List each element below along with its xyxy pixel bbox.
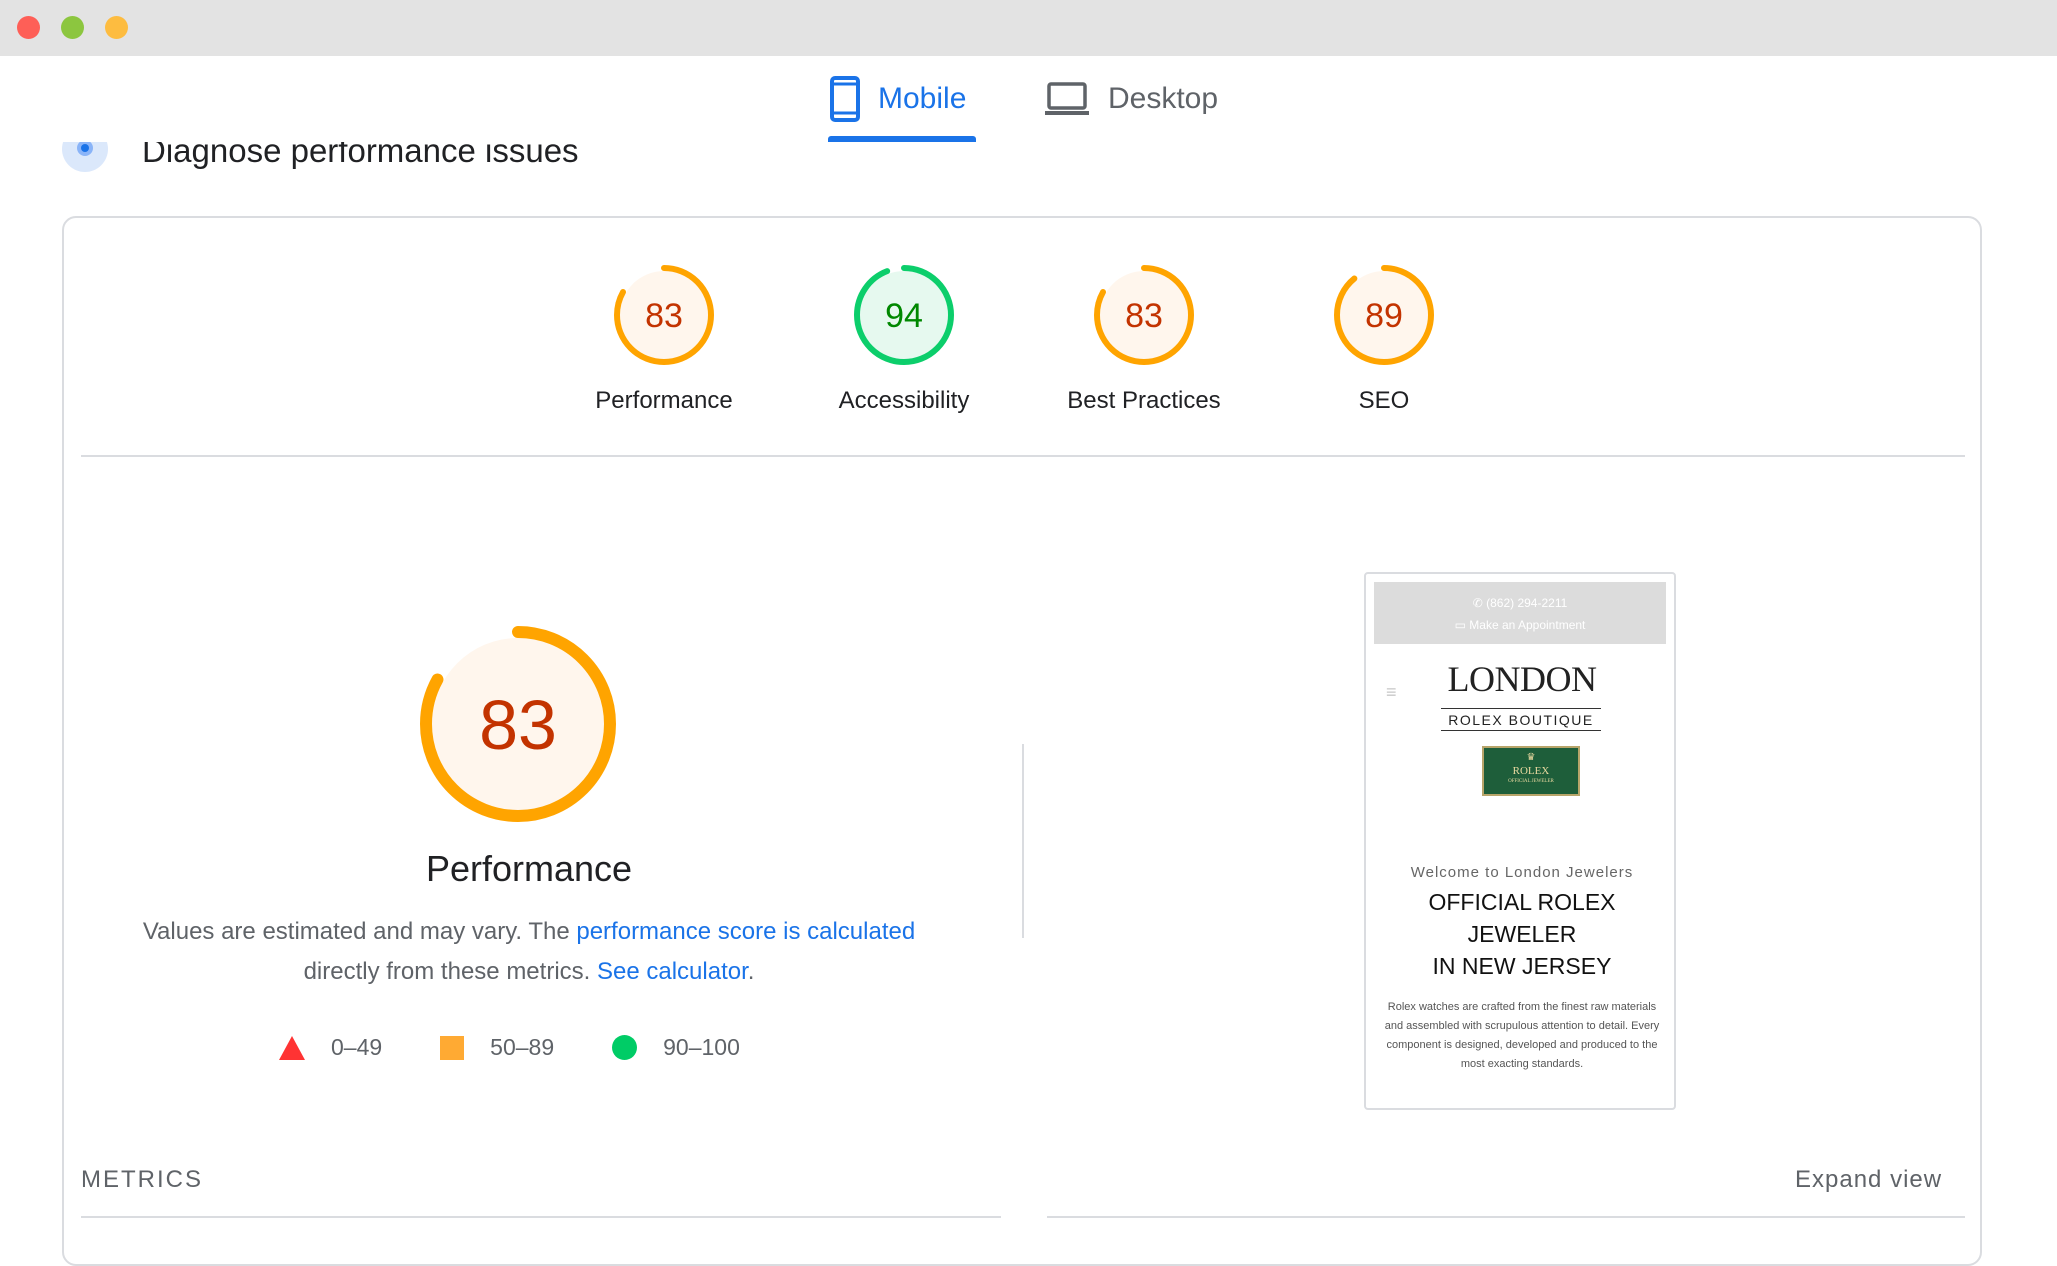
minimize-window-button[interactable] (61, 16, 84, 39)
performance-score-value: 83 (645, 297, 683, 335)
page-screenshot-preview[interactable]: ✆ (862) 294-2211 ▭ Make an Appointment ≡… (1364, 572, 1676, 1110)
divider (81, 1216, 1001, 1218)
preview-welcome: Welcome to London Jewelers (1410, 864, 1634, 881)
tab-desktop[interactable]: Desktop (1044, 56, 1218, 142)
score-gauge-seo[interactable]: 89 SEO (1284, 265, 1484, 415)
vertical-divider (1022, 744, 1024, 938)
score-legend: 0–49 50–89 90–100 (279, 1034, 798, 1061)
tab-mobile-label: Mobile (878, 82, 967, 115)
performance-gauge-ring: 83 (614, 265, 714, 365)
best-practices-score-label: Best Practices (1067, 387, 1221, 414)
legend-range: 90–100 (663, 1034, 740, 1060)
performance-large-score-value: 83 (479, 686, 557, 764)
preview-logo-sub: ROLEX BOUTIQUE (1441, 708, 1601, 731)
desc-middle: directly from these metrics. (303, 958, 597, 985)
preview-logo-main: LONDON (1447, 659, 1597, 699)
active-tab-indicator (828, 136, 976, 142)
laptop-icon (1045, 82, 1089, 115)
accessibility-score-value: 94 (885, 297, 923, 335)
circle-icon (612, 1035, 638, 1060)
best-practices-score-value: 83 (1125, 297, 1163, 335)
square-icon (440, 1035, 465, 1060)
preview-top-bar: ✆ (862) 294-2211 ▭ Make an Appointment (1374, 582, 1666, 644)
report-card: 83 Performance 94 Accessibility 83 Best Pra… (62, 216, 1982, 1266)
performance-title: Performance (425, 848, 633, 889)
divider (1047, 1216, 1965, 1218)
preview-phone: (862) 294-2211 (1486, 596, 1568, 610)
performance-large-gauge-ring: 83 (420, 626, 616, 822)
device-tabs: Mobile Desktop (0, 56, 2057, 142)
divider (81, 455, 1965, 457)
expand-view-button[interactable]: Expand view (1795, 1166, 1942, 1194)
tab-desktop-label: Desktop (1108, 82, 1219, 115)
headline-line: IN NEW JERSEY (1432, 953, 1612, 979)
performance-gauge-large: 83 (420, 626, 640, 846)
desc-prefix: Values are estimated and may vary. The (142, 918, 577, 945)
triangle-icon (279, 1035, 305, 1060)
metrics-heading: METRICS (81, 1166, 203, 1193)
desc-suffix: . (747, 958, 755, 985)
headline-line: JEWELER (1467, 921, 1577, 947)
accessibility-score-label: Accessibility (838, 387, 970, 414)
seo-score-label: SEO (1358, 387, 1410, 414)
score-gauge-best-practices[interactable]: 83 Best Practices (1044, 265, 1244, 415)
close-window-button[interactable] (17, 16, 40, 39)
calendar-icon: ▭ (1454, 618, 1466, 632)
seo-score-value: 89 (1365, 297, 1403, 335)
rolex-badge: ♛ ROLEX OFFICIAL JEWELER (1482, 746, 1580, 796)
seo-gauge-ring: 89 (1334, 265, 1434, 365)
score-calculated-link[interactable]: performance score is calculated (576, 918, 915, 945)
score-gauge-accessibility[interactable]: 94 Accessibility (804, 265, 1004, 415)
performance-score-label: Performance (595, 387, 733, 414)
legend-item-average: 50–89 (440, 1034, 554, 1061)
badge-sub: OFFICIAL JEWELER (1508, 779, 1554, 784)
accessibility-gauge-ring: 94 (854, 265, 954, 365)
maximize-window-button[interactable] (105, 16, 128, 39)
headline-line: OFFICIAL ROLEX (1428, 889, 1616, 915)
crown-icon: ♛ (1526, 752, 1536, 763)
legend-item-pass: 90–100 (612, 1034, 740, 1061)
mobile-phone-icon (830, 76, 860, 122)
legend-range: 0–49 (331, 1034, 383, 1060)
preview-appointment: Make an Appointment (1469, 618, 1586, 632)
legend-item-fail: 0–49 (279, 1034, 382, 1061)
score-gauges-row: 83 Performance 94 Accessibility 83 Best Pra… (64, 218, 1980, 458)
score-gauge-performance[interactable]: 83 Performance (564, 265, 764, 415)
legend-range: 50–89 (490, 1034, 555, 1060)
best-practices-gauge-ring: 83 (1094, 265, 1194, 365)
window-titlebar (0, 0, 2057, 56)
preview-body-text: Rolex watches are crafted from the fines… (1384, 1001, 1660, 1070)
see-calculator-link[interactable]: See calculator (597, 958, 748, 985)
preview-headline: OFFICIAL ROLEX JEWELER IN NEW JERSEY (1366, 886, 1674, 982)
tab-mobile[interactable]: Mobile (830, 56, 966, 142)
phone-icon: ✆ (1472, 596, 1483, 610)
performance-description: Values are estimated and may vary. The p… (124, 912, 934, 992)
badge-name: ROLEX (1512, 765, 1550, 777)
